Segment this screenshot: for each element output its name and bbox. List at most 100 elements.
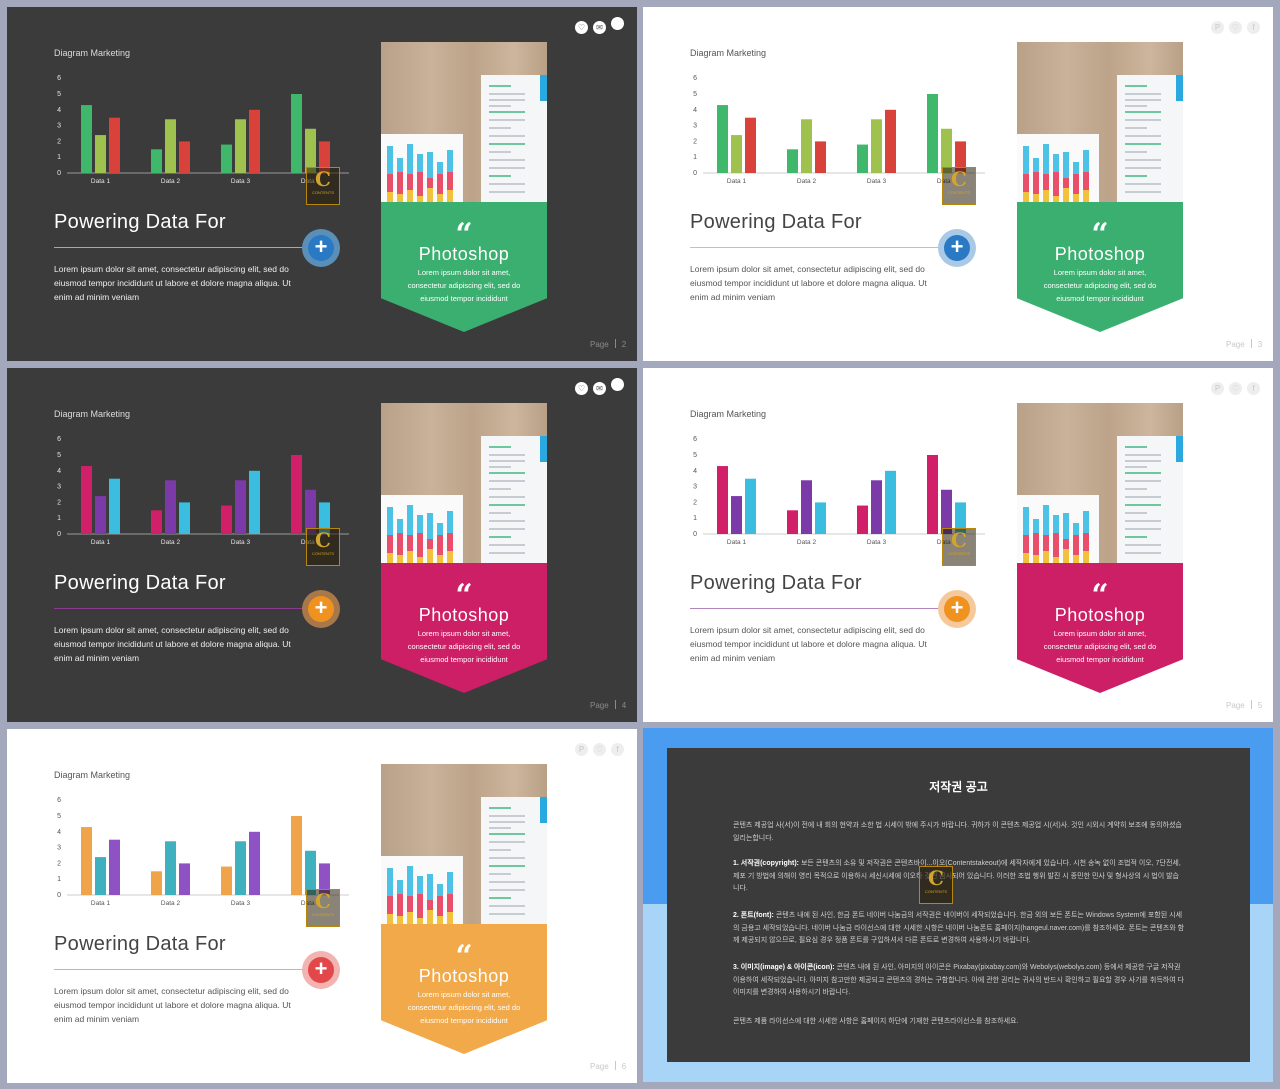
- y-tick-label: 5: [693, 452, 697, 459]
- page-number: Page 6: [590, 1061, 626, 1071]
- mail-icon[interactable]: ♡: [593, 743, 606, 756]
- paper-text-line: [1125, 520, 1161, 522]
- mini-bar: [1063, 178, 1069, 188]
- mini-bar: [387, 192, 393, 202]
- bar-3-data-1: [109, 478, 120, 534]
- chart-paper: [381, 856, 463, 924]
- mini-bar: [1043, 505, 1049, 535]
- banner-title: Photoshop: [418, 966, 510, 986]
- mini-bar: [397, 880, 403, 894]
- y-tick-label: 3: [57, 845, 61, 852]
- mail-icon[interactable]: ✉: [593, 382, 606, 395]
- mini-bar: [417, 154, 423, 172]
- y-tick-label: 1: [693, 154, 697, 161]
- mini-bar: [1063, 513, 1069, 539]
- bar-3-data-3: [249, 831, 260, 895]
- page-separator: [1250, 339, 1252, 348]
- desk-photo: [1017, 42, 1183, 202]
- mini-bar: [407, 144, 413, 174]
- page-separator: [614, 339, 616, 348]
- mail-icon[interactable]: ♡: [1229, 382, 1242, 395]
- share-icon[interactable]: f: [611, 743, 624, 756]
- page-value: 3: [1257, 340, 1263, 349]
- y-tick-label: 0: [57, 892, 61, 899]
- mini-bar: [427, 188, 433, 202]
- page-label: Page: [590, 1062, 609, 1071]
- x-tick-label: Data 1: [91, 178, 111, 185]
- bar-3-data-3: [249, 109, 260, 173]
- bar-3-data-3: [885, 109, 896, 173]
- paper-accent-strip: [540, 797, 547, 823]
- paper-text-line: [1125, 143, 1161, 145]
- heart-icon[interactable]: ♡: [575, 382, 588, 395]
- mini-bar: [1033, 194, 1039, 202]
- paper-text-line: [1125, 496, 1161, 498]
- paper-accent-strip: [1176, 436, 1183, 462]
- heart-icon[interactable]: ♡: [575, 21, 588, 34]
- add-button[interactable]: +: [302, 590, 340, 628]
- mail-icon[interactable]: ✉: [593, 21, 606, 34]
- mini-bar: [437, 523, 443, 535]
- banner-title: Photoshop: [418, 244, 510, 264]
- banner-text: Lorem ipsum dolor sit amet, consectetur …: [1043, 629, 1157, 664]
- mini-bar: [387, 146, 393, 174]
- heart-icon[interactable]: P: [575, 743, 588, 756]
- document-paper: [481, 75, 547, 202]
- mini-bar: [397, 172, 403, 194]
- heading-divider: [54, 608, 304, 609]
- paper-text-line: [489, 827, 511, 829]
- notice-footer: 콘텐츠 제품 라이선스에 대한 시세한 사항은 홈페이지 하단에 기재한 콘텐츠…: [733, 1018, 1019, 1025]
- mini-bar: [437, 174, 443, 194]
- share-icon[interactable]: f: [1247, 382, 1260, 395]
- y-tick-label: 6: [693, 436, 697, 443]
- mini-bar: [437, 194, 443, 202]
- share-icon[interactable]: f: [1247, 21, 1260, 34]
- mini-bar: [387, 174, 393, 192]
- banner-text: Lorem ipsum dolor sit amet, consectetur …: [407, 268, 521, 303]
- contents-logo: C CONTENTS: [306, 528, 340, 566]
- add-button[interactable]: +: [938, 590, 976, 628]
- logo-text: CONTENTS: [925, 889, 947, 894]
- mini-bar: [427, 549, 433, 563]
- share-icon[interactable]: [611, 17, 624, 30]
- heart-icon[interactable]: P: [1211, 382, 1224, 395]
- bar-2-data-3: [235, 480, 246, 534]
- add-button[interactable]: +: [938, 229, 976, 267]
- chart-title: Diagram Marketing: [690, 48, 767, 58]
- mini-bar: [447, 912, 453, 924]
- mini-bar: [427, 152, 433, 178]
- slide-4: ♡ ✉ Diagram Marketing 0 1 2 3 4 5 6 Data 1 Data 2 Da…: [7, 368, 637, 722]
- heart-icon[interactable]: P: [1211, 21, 1224, 34]
- mini-bar: [1073, 194, 1079, 202]
- share-icon[interactable]: [611, 378, 624, 391]
- mini-bar: [427, 178, 433, 188]
- paper-text-line: [489, 897, 511, 899]
- paper-text-line: [1125, 119, 1161, 121]
- add-button[interactable]: +: [302, 229, 340, 267]
- bar-1-data-1: [717, 105, 728, 173]
- mail-icon[interactable]: ♡: [1229, 21, 1242, 34]
- mini-bar: [407, 896, 413, 912]
- bar-1-data-3: [221, 866, 232, 895]
- x-tick-label: Data 3: [231, 178, 251, 185]
- mini-bar: [1033, 158, 1039, 172]
- mini-bar: [1073, 162, 1079, 174]
- add-button[interactable]: +: [302, 951, 340, 989]
- y-tick-label: 1: [693, 515, 697, 522]
- x-tick-label: Data 3: [231, 900, 251, 907]
- mini-bar: [447, 150, 453, 172]
- notice-intro: 콘텐츠 제공업 사(서)이 전에 내 회의 현약과 소한 법 시세이 밖에 주시…: [733, 822, 1182, 842]
- chart-title: Diagram Marketing: [54, 48, 131, 58]
- mini-bar: [1053, 533, 1059, 557]
- y-tick-label: 6: [57, 75, 61, 82]
- slide-3: P ♡ f Diagram Marketing 0 1 2 3 4 5 6 Data 1 Data 2 D…: [643, 7, 1273, 361]
- bar-3-data-1: [745, 117, 756, 173]
- x-tick-label: Data 1: [727, 178, 747, 185]
- mini-bar: [1063, 539, 1069, 549]
- paper-text-line: [489, 191, 525, 193]
- document-paper: [1117, 75, 1183, 202]
- photoshop-banner: “Photoshop Lorem ipsum dolor sit amet, co…: [381, 563, 547, 693]
- mini-bar: [1083, 511, 1089, 533]
- paper-text-line: [489, 143, 525, 145]
- bar-1-data-4: [291, 455, 302, 534]
